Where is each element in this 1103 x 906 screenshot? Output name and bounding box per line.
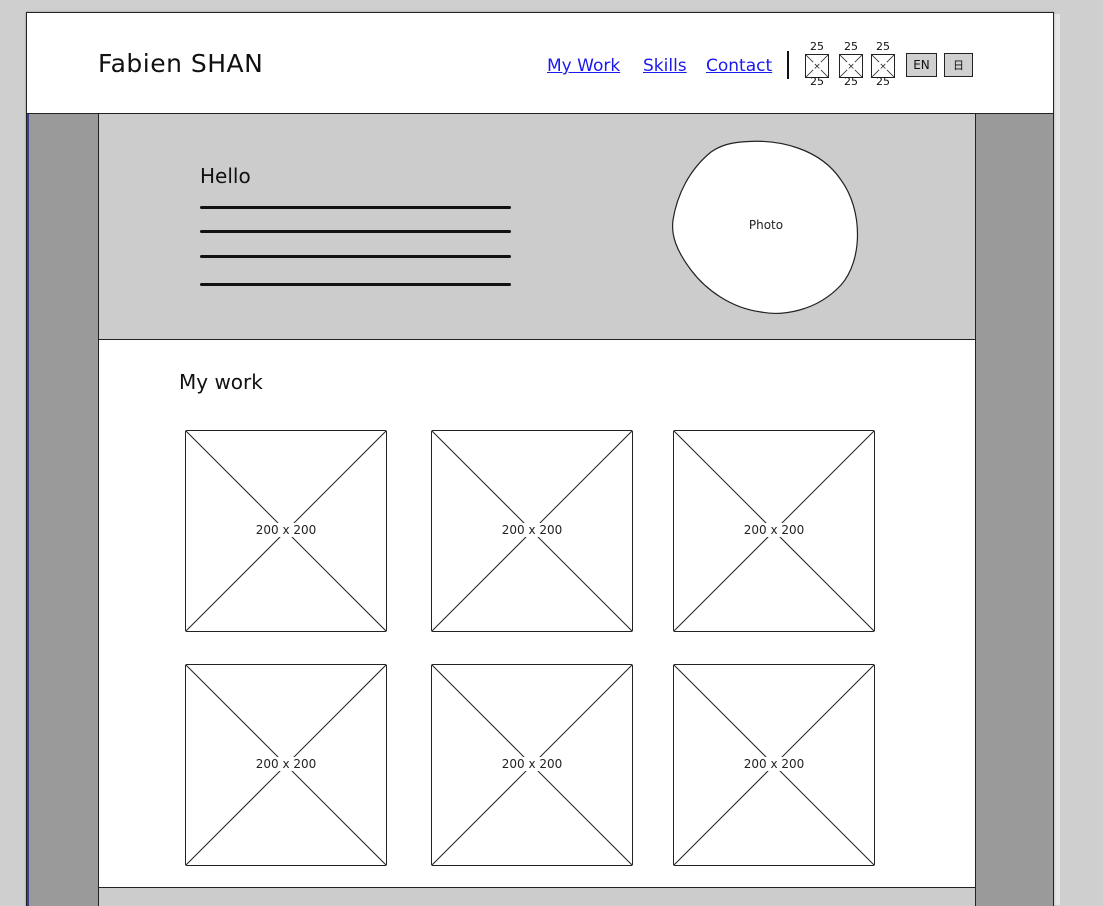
thumbnail-size-label: 200 x 200 <box>500 523 564 537</box>
left-gutter <box>27 114 99 906</box>
icon-width-label: 25 <box>844 40 858 53</box>
work-section: My work 200 x 200 200 x 200 200 x 200 20… <box>98 340 976 887</box>
hero-section: Hello Photo <box>98 114 976 340</box>
site-header: Fabien SHAN My Work Skills Contact 25 × … <box>27 13 1053 114</box>
work-thumbnail[interactable]: 200 x 200 <box>185 430 387 632</box>
image-placeholder-icon: × <box>806 55 828 77</box>
hero-greeting: Hello <box>200 164 251 188</box>
nav-divider <box>787 51 789 79</box>
work-thumbnail[interactable]: 200 x 200 <box>673 664 875 866</box>
icon-width-label: 25 <box>810 40 824 53</box>
image-placeholder-icon: × <box>872 55 894 77</box>
svg-text:×: × <box>847 62 855 72</box>
thumbnail-size-label: 200 x 200 <box>254 523 318 537</box>
menu-icon: 日 <box>953 59 964 72</box>
icon-height-label: 25 <box>810 75 824 88</box>
work-thumbnail[interactable]: 200 x 200 <box>431 664 633 866</box>
image-placeholder-icon: × <box>840 55 862 77</box>
thumbnail-size-label: 200 x 200 <box>742 757 806 771</box>
wireframe-page: Fabien SHAN My Work Skills Contact 25 × … <box>26 12 1054 906</box>
svg-text:×: × <box>813 62 821 72</box>
next-section-strip <box>98 887 976 906</box>
icon-width-label: 25 <box>876 40 890 53</box>
thumbnail-size-label: 200 x 200 <box>254 757 318 771</box>
brand-title: Fabien SHAN <box>98 49 264 78</box>
nav-contact-link[interactable]: Contact <box>706 56 772 76</box>
icon-height-label: 25 <box>844 75 858 88</box>
language-button[interactable]: EN <box>906 53 937 77</box>
work-thumbnail[interactable]: 200 x 200 <box>431 430 633 632</box>
thumbnail-size-label: 200 x 200 <box>742 523 806 537</box>
icon-height-label: 25 <box>876 75 890 88</box>
window-shadow <box>1054 14 1060 905</box>
text-placeholder-line <box>200 283 511 286</box>
thumbnail-size-label: 200 x 200 <box>500 757 564 771</box>
nav-skills-link[interactable]: Skills <box>643 56 687 76</box>
work-title: My work <box>179 370 263 394</box>
nav-my-work-link[interactable]: My Work <box>547 56 620 76</box>
text-placeholder-line <box>200 206 511 209</box>
right-gutter <box>975 114 1053 906</box>
work-thumbnail[interactable]: 200 x 200 <box>185 664 387 866</box>
svg-text:×: × <box>879 62 887 72</box>
menu-button[interactable]: 日 <box>944 53 973 77</box>
photo-label: Photo <box>748 218 784 232</box>
work-thumbnail[interactable]: 200 x 200 <box>673 430 875 632</box>
text-placeholder-line <box>200 255 511 258</box>
text-placeholder-line <box>200 230 511 233</box>
profile-photo: Photo <box>671 140 861 319</box>
